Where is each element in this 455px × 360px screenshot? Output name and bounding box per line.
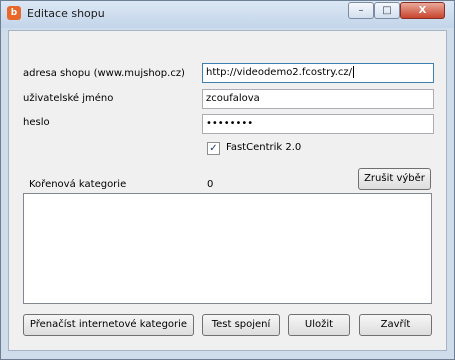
password-input[interactable]: ••••••••: [202, 114, 434, 134]
username-input[interactable]: zcoufalova: [202, 89, 434, 109]
app-icon: b: [7, 6, 21, 20]
dialog-content: adresa shopu (www.mujshop.cz) http://vid…: [8, 30, 447, 351]
shop-address-value: http://videodemo2.fcostry.cz/: [206, 67, 353, 78]
fastcentrik-label: FastCentrik 2.0: [226, 142, 302, 153]
category-list[interactable]: [23, 193, 432, 304]
clear-selection-button[interactable]: Zrušit výběr: [358, 168, 431, 190]
maximize-button[interactable]: □: [374, 2, 400, 19]
shop-address-input[interactable]: http://videodemo2.fcostry.cz/: [202, 63, 434, 83]
window-title: Editace shopu: [27, 7, 105, 20]
text-caret: [353, 66, 355, 78]
save-button[interactable]: Uložit: [288, 314, 350, 336]
root-category-label: Kořenová kategorie: [29, 179, 127, 190]
password-label: heslo: [23, 117, 50, 128]
close-window-button[interactable]: X: [400, 2, 445, 19]
title-bar[interactable]: b Editace shopu – □ X: [1, 1, 454, 28]
root-category-value: 0: [207, 179, 214, 190]
dialog-window: b Editace shopu – □ X adresa shopu (www.…: [0, 0, 455, 360]
shop-address-label: adresa shopu (www.mujshop.cz): [23, 68, 185, 79]
reload-categories-button[interactable]: Přenačíst internetové kategorie: [23, 314, 194, 336]
username-label: uživatelské jméno: [23, 93, 114, 104]
minimize-button[interactable]: –: [348, 2, 374, 19]
close-button[interactable]: Zavřít: [359, 314, 432, 336]
fastcentrik-checkbox[interactable]: ✓: [207, 142, 220, 155]
test-connection-button[interactable]: Test spojení: [202, 314, 280, 336]
